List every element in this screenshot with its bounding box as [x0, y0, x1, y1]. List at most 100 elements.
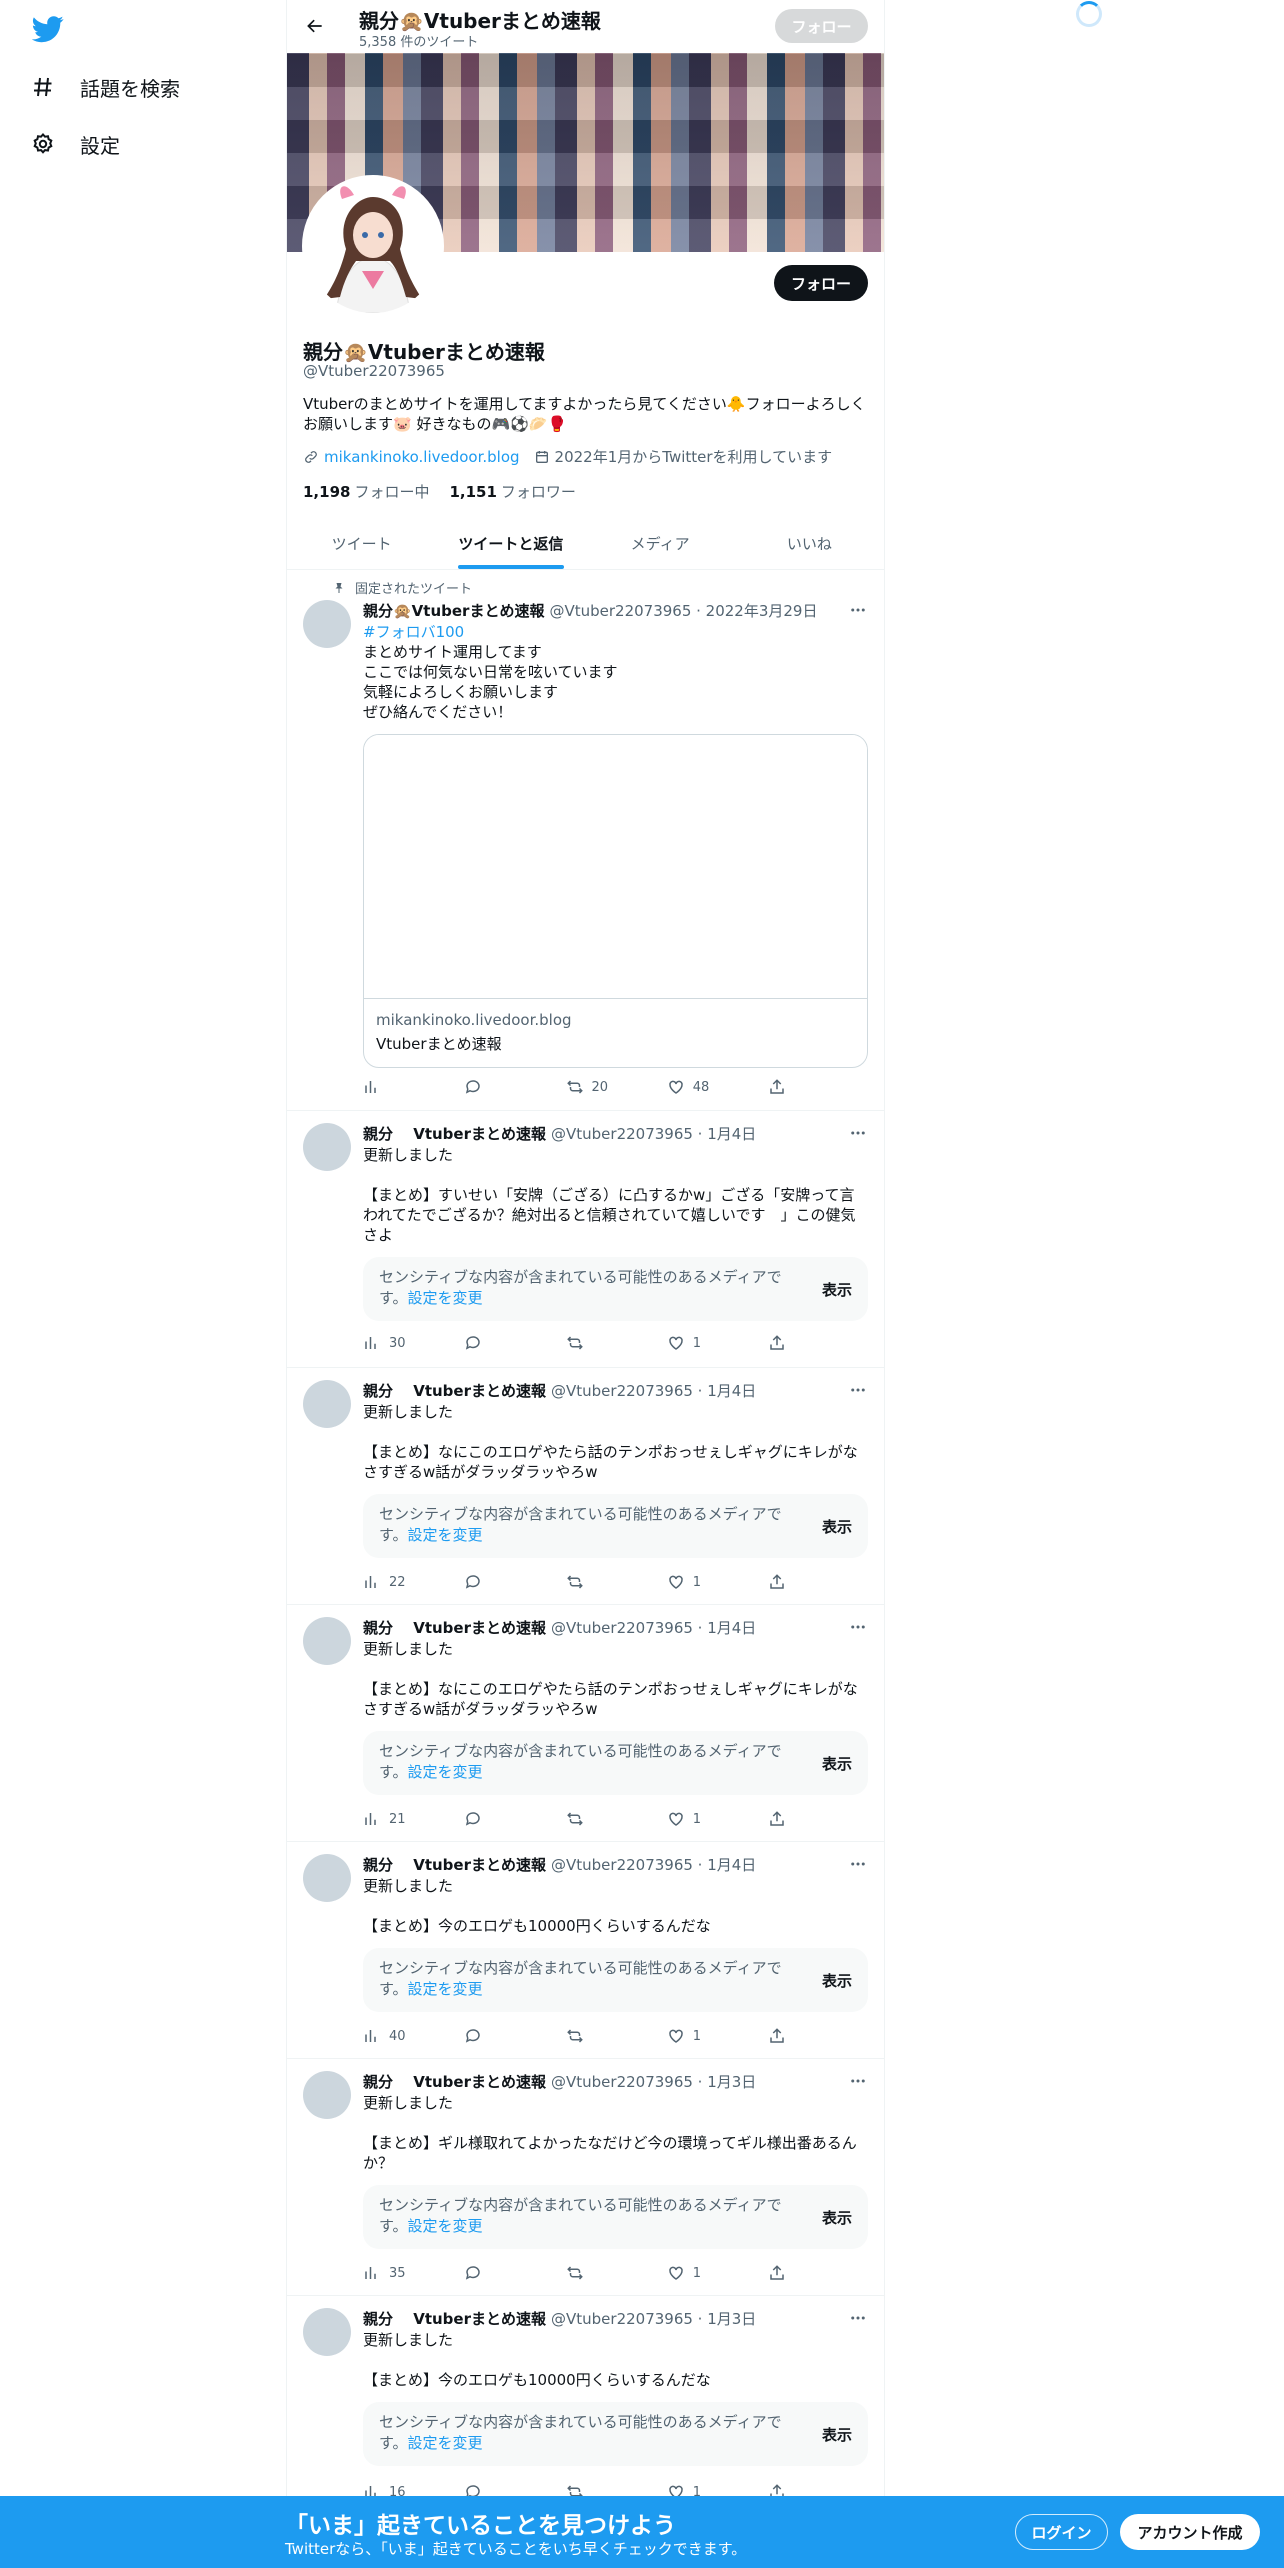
more-icon[interactable]: [848, 2308, 868, 2328]
tweet-actions: 21 1: [363, 1809, 788, 1829]
more-icon[interactable]: [848, 2071, 868, 2091]
show-media-button[interactable]: 表示: [822, 2207, 852, 2228]
tweet-avatar[interactable]: [303, 1380, 351, 1428]
like-action[interactable]: 1: [667, 1573, 727, 1591]
reply-action[interactable]: [464, 1078, 524, 1096]
views-action[interactable]: 40: [363, 2027, 423, 2045]
change-settings-link[interactable]: 設定を変更: [408, 1980, 483, 1998]
signup-button[interactable]: アカウント作成: [1120, 2514, 1260, 2550]
change-settings-link[interactable]: 設定を変更: [408, 1289, 483, 1307]
show-media-button[interactable]: 表示: [822, 1516, 852, 1537]
retweet-action[interactable]: [566, 2027, 626, 2045]
retweet-action[interactable]: [566, 2264, 626, 2282]
tweet-hashtag[interactable]: #フォロバ100: [363, 622, 868, 642]
tweet-header: 親分🙊Vtuberまとめ速報 @Vtuber22073965 · 2022年3月…: [363, 600, 868, 620]
profile-avatar[interactable]: [302, 175, 444, 317]
like-action[interactable]: 1: [667, 1810, 727, 1828]
tab-tweets-and-replies[interactable]: ツイートと返信: [436, 517, 585, 569]
back-button[interactable]: [297, 8, 333, 44]
like-action[interactable]: 1: [667, 2027, 727, 2045]
show-media-button[interactable]: 表示: [822, 1279, 852, 1300]
login-button[interactable]: ログイン: [1015, 2514, 1108, 2550]
show-media-button[interactable]: 表示: [822, 1753, 852, 1774]
more-icon[interactable]: [848, 1854, 868, 1874]
follow-button[interactable]: フォロー: [774, 265, 868, 301]
tweet-author-name[interactable]: 親分 Vtuberまとめ速報: [363, 1123, 546, 1144]
tweet-handle-date[interactable]: @Vtuber22073965 · 1月3日: [551, 2071, 756, 2092]
change-settings-link[interactable]: 設定を変更: [408, 1526, 483, 1544]
like-action[interactable]: 48: [667, 1078, 727, 1096]
views-action[interactable]: 21: [363, 1810, 423, 1828]
tweet-author-name[interactable]: 親分 Vtuberまとめ速報: [363, 1854, 546, 1875]
tweet-pinned[interactable]: 固定されたツイート 親分🙊Vtuberまとめ速報 @Vtuber22073965…: [287, 570, 884, 1111]
like-action[interactable]: 1: [667, 2264, 727, 2282]
more-icon[interactable]: [848, 1123, 868, 1143]
tweet-author-name[interactable]: 親分 Vtuberまとめ速報: [363, 2308, 546, 2329]
reply-icon: [466, 2266, 480, 2280]
tweet-avatar[interactable]: [303, 1617, 351, 1665]
retweet-action[interactable]: 20: [566, 1078, 626, 1096]
tweet-author-name[interactable]: 親分 Vtuberまとめ速報: [363, 1380, 546, 1401]
profile-link[interactable]: mikankinoko.livedoor.blog: [324, 448, 520, 466]
change-settings-link[interactable]: 設定を変更: [408, 1763, 483, 1781]
tweet-handle-date[interactable]: @Vtuber22073965 · 1月4日: [551, 1617, 756, 1638]
tweet-body: 親分 Vtuberまとめ速報 @Vtuber22073965 · 1月4日 更新…: [363, 1854, 868, 2012]
views-icon: [365, 1813, 376, 1825]
nav-settings[interactable]: 設定: [30, 122, 120, 166]
followers-link[interactable]: 1,151 フォロワー: [449, 481, 575, 502]
tweet-avatar[interactable]: [303, 2308, 351, 2356]
tweet[interactable]: 親分 Vtuberまとめ速報 @Vtuber22073965 · 1月4日 更新…: [287, 1111, 884, 1368]
change-settings-link[interactable]: 設定を変更: [408, 2217, 483, 2235]
views-action[interactable]: 22: [363, 1573, 423, 1591]
views-action[interactable]: 35: [363, 2264, 423, 2282]
share-action[interactable]: [768, 1573, 788, 1591]
share-action[interactable]: [768, 1078, 788, 1096]
more-icon[interactable]: [848, 1617, 868, 1637]
link-card[interactable]: mikankinoko.livedoor.blog Vtuberまとめ速報: [363, 734, 868, 1068]
tweet-handle-date[interactable]: @Vtuber22073965 · 1月4日: [551, 1123, 756, 1144]
share-action[interactable]: [768, 2027, 788, 2045]
tweet[interactable]: 親分 Vtuberまとめ速報 @Vtuber22073965 · 1月4日 更新…: [287, 1605, 884, 1842]
tweet-avatar[interactable]: [303, 600, 351, 648]
tweet[interactable]: 親分 Vtuberまとめ速報 @Vtuber22073965 · 1月4日 更新…: [287, 1842, 884, 2059]
show-media-button[interactable]: 表示: [822, 1970, 852, 1991]
tweet-handle-date[interactable]: @Vtuber22073965 · 1月4日: [551, 1854, 756, 1875]
tweet-handle-date[interactable]: @Vtuber22073965 · 1月4日: [551, 1380, 756, 1401]
tweet-handle-date[interactable]: @Vtuber22073965 · 2022年3月29日: [549, 600, 817, 621]
tweet[interactable]: 親分 Vtuberまとめ速報 @Vtuber22073965 · 1月3日 更新…: [287, 2296, 884, 2513]
reply-action[interactable]: [464, 2264, 524, 2282]
tweet-author-name[interactable]: 親分 Vtuberまとめ速報: [363, 1617, 546, 1638]
tab-tweets[interactable]: ツイート: [287, 517, 436, 569]
tweet-author-name[interactable]: 親分🙊Vtuberまとめ速報: [363, 600, 544, 621]
tab-likes[interactable]: いいね: [735, 517, 884, 569]
change-settings-link[interactable]: 設定を変更: [408, 2434, 483, 2452]
tweet-avatar[interactable]: [303, 1854, 351, 1902]
more-icon[interactable]: [848, 600, 868, 620]
reply-action[interactable]: [464, 1573, 524, 1591]
views-action[interactable]: 30: [363, 1334, 423, 1352]
tweet[interactable]: 親分 Vtuberまとめ速報 @Vtuber22073965 · 1月3日 更新…: [287, 2059, 884, 2296]
following-link[interactable]: 1,198 フォロー中: [303, 481, 429, 502]
retweet-action[interactable]: [566, 1573, 626, 1591]
share-action[interactable]: [768, 1334, 788, 1352]
reply-action[interactable]: [464, 2027, 524, 2045]
reply-action[interactable]: [464, 1334, 524, 1352]
tweet[interactable]: 親分 Vtuberまとめ速報 @Vtuber22073965 · 1月4日 更新…: [287, 1368, 884, 1605]
retweet-action[interactable]: [566, 1810, 626, 1828]
reply-action[interactable]: [464, 1810, 524, 1828]
tweet-author-name[interactable]: 親分 Vtuberまとめ速報: [363, 2071, 546, 2092]
header-follow-button[interactable]: フォロー: [775, 9, 868, 43]
nav-explore[interactable]: 話題を検索: [30, 65, 180, 109]
share-action[interactable]: [768, 2264, 788, 2282]
tab-media[interactable]: メディア: [586, 517, 735, 569]
retweet-action[interactable]: [566, 1334, 626, 1352]
more-icon[interactable]: [848, 1380, 868, 1400]
show-media-button[interactable]: 表示: [822, 2424, 852, 2445]
share-action[interactable]: [768, 1810, 788, 1828]
like-action[interactable]: 1: [667, 1334, 727, 1352]
twitter-bird-icon[interactable]: [31, 13, 64, 45]
tweet-avatar[interactable]: [303, 1123, 351, 1171]
tweet-avatar[interactable]: [303, 2071, 351, 2119]
views-action[interactable]: [363, 1078, 423, 1096]
tweet-handle-date[interactable]: @Vtuber22073965 · 1月3日: [551, 2308, 756, 2329]
